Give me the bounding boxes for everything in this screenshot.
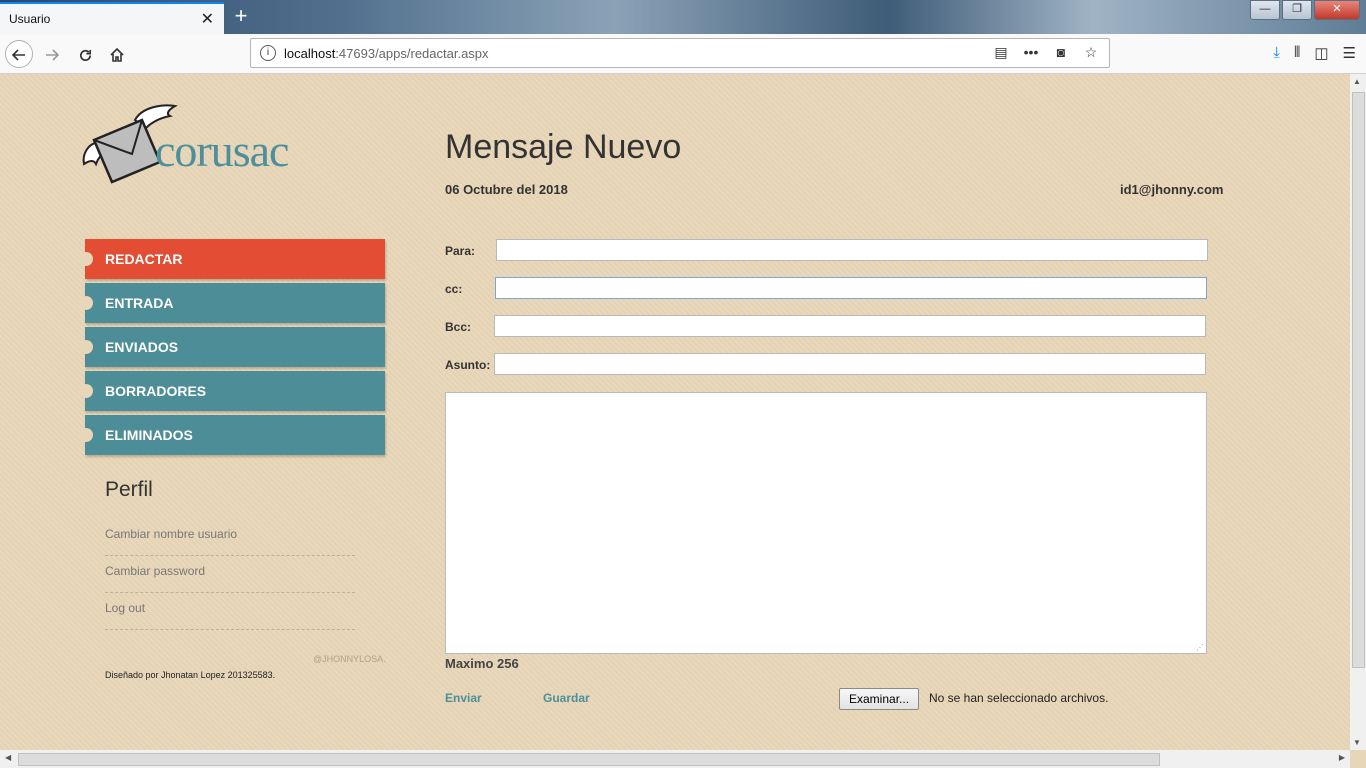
page-actions-icon[interactable]: ••• [1021,44,1041,61]
tab-close-icon[interactable]: ✕ [201,9,214,29]
page-content: corusac REDACTAR ENTRADA ENVIADOS BORRAD… [0,74,1350,750]
reload-button[interactable] [71,40,99,68]
reader-view-icon[interactable]: ▤ [991,44,1011,61]
site-info-icon[interactable]: i [260,45,276,61]
download-icon[interactable]: ⤓ [1273,44,1280,62]
browse-file-button[interactable]: Examinar... [839,688,920,710]
url-host: localhost [284,46,336,61]
tab-title: Usuario [9,12,51,26]
logout-link[interactable]: Log out [105,594,355,630]
window-titlebar: Usuario ✕ + — ❐ ✕ [0,0,1366,34]
change-username-link[interactable]: Cambiar nombre usuario [105,520,355,556]
library-icon[interactable]: ⫴ [1294,44,1300,62]
site-logo[interactable]: corusac [80,102,320,192]
window-controls: — ❐ ✕ [1248,0,1360,20]
change-password-link[interactable]: Cambiar password [105,557,355,593]
bookmark-star-icon[interactable]: ☆ [1081,44,1101,61]
home-icon [110,48,124,63]
bcc-input[interactable] [494,315,1206,337]
back-arrow-icon [11,49,25,61]
scroll-left-icon[interactable]: ◀ [5,753,11,762]
browser-tab[interactable]: Usuario ✕ [0,2,224,34]
url-path: :47693/apps/redactar.aspx [335,46,489,61]
subject-label: Asunto: [445,358,491,372]
compose-date: 06 Octubre del 2018 [445,182,568,197]
new-tab-button[interactable]: + [228,3,254,29]
pocket-icon[interactable]: ◙ [1051,44,1071,61]
menu-item-entrada[interactable]: ENTRADA [79,283,385,323]
horizontal-scroll-thumb[interactable] [18,753,1160,766]
home-button[interactable] [103,40,131,68]
reload-icon [79,49,91,61]
send-link[interactable]: Enviar [445,691,482,705]
scroll-up-icon[interactable]: ▲ [1353,77,1361,86]
vertical-scroll-thumb[interactable] [1352,92,1365,668]
scroll-right-icon[interactable]: ▶ [1339,753,1345,762]
footer-credit: Diseñado por Jhonatan Lopez 201325583. [105,670,276,680]
no-file-text: No se han seleccionado archivos. [929,691,1109,705]
to-label: Para: [445,244,476,258]
menu-item-enviados[interactable]: ENVIADOS [79,327,385,367]
url-text[interactable]: localhost:47693/apps/redactar.aspx [284,46,489,61]
to-input[interactable] [496,239,1208,261]
bcc-label: Bcc: [445,320,472,334]
scroll-down-icon[interactable]: ▼ [1353,738,1361,747]
url-bar[interactable]: i localhost:47693/apps/redactar.aspx ▤ •… [250,38,1110,68]
author-handle: @JHONNYLOSA. [313,654,386,664]
sidebar-icon[interactable]: ◫ [1314,44,1328,62]
menu-item-borradores[interactable]: BORRADORES [79,371,385,411]
cc-label: cc: [445,282,463,296]
page-title: Mensaje Nuevo [445,128,682,166]
save-draft-link[interactable]: Guardar [543,691,590,705]
message-body-textarea[interactable]: ⋰ [445,392,1207,654]
maximize-button[interactable]: ❐ [1282,0,1312,20]
url-actions: ▤ ••• ◙ ☆ [991,44,1101,61]
back-button[interactable] [5,40,33,68]
user-email: id1@jhonny.com [1120,182,1224,197]
menu-item-redactar[interactable]: REDACTAR [79,239,385,279]
horizontal-scrollbar[interactable]: ◀ ▶ [0,750,1350,768]
subject-input[interactable] [494,353,1206,375]
menu-item-eliminados[interactable]: ELIMINADOS [79,415,385,455]
sidebar-menu: REDACTAR ENTRADA ENVIADOS BORRADORES ELI… [79,239,385,459]
browser-toolbar: i localhost:47693/apps/redactar.aspx ▤ •… [0,34,1366,74]
vertical-scrollbar[interactable]: ▲ ▼ [1350,74,1366,750]
logo-text: corusac [155,125,289,176]
perfil-heading: Perfil [105,478,153,501]
minimize-button[interactable]: — [1250,0,1280,20]
resize-grip-icon[interactable]: ⋰ [1196,643,1204,652]
perfil-links: Cambiar nombre usuario Cambiar password … [105,520,355,631]
hamburger-menu-icon[interactable]: ☰ [1343,44,1356,62]
forward-arrow-icon [46,49,60,61]
cc-input[interactable] [495,277,1207,299]
close-window-button[interactable]: ✕ [1314,0,1360,20]
max-length-note: Maximo 256 [445,656,519,671]
forward-button[interactable] [38,40,66,68]
browser-right-tools: ⤓ ⫴ ◫ ☰ [1273,44,1356,62]
